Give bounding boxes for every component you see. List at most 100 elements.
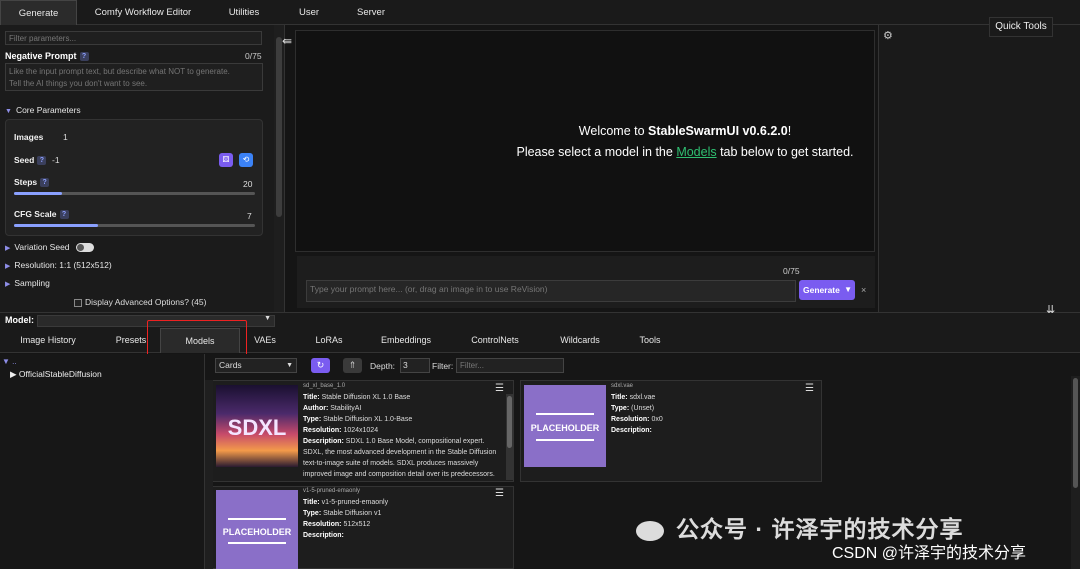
tree-root[interactable]: ▼ ..	[2, 357, 17, 366]
chevron-down-icon: ▼	[2, 357, 10, 366]
placeholder-stripe	[536, 439, 594, 441]
tab-server[interactable]: Server	[350, 0, 392, 25]
model-filename: sd_xl_base_1.0	[303, 383, 346, 389]
core-parameters-group: Images 1 Seed? -1 ⚄ ⟲ Steps? 20 CFG Scal…	[5, 119, 263, 236]
model-info: Title: v1-5-pruned-emaonly Type: Stable …	[303, 499, 389, 539]
steps-slider-fill	[14, 192, 63, 195]
generate-button[interactable]: Generate ▼	[799, 280, 855, 300]
images-value[interactable]: 1	[63, 132, 68, 142]
model-list-scrollbar[interactable]	[1071, 376, 1080, 569]
tab-comfy-workflow-editor[interactable]: Comfy Workflow Editor	[82, 0, 204, 25]
steps-label: Steps?	[14, 177, 50, 188]
parameter-filter-input[interactable]	[5, 31, 262, 45]
seed-value[interactable]: -1	[52, 155, 60, 165]
wechat-icon	[636, 520, 664, 541]
help-icon[interactable]: ?	[79, 52, 89, 62]
advanced-options-toggle[interactable]: Display Advanced Options? (45)	[74, 297, 206, 307]
depth-input[interactable]: 3	[400, 358, 430, 373]
tab-embeddings[interactable]: Embeddings	[378, 328, 434, 353]
reuse-seed-icon[interactable]: ⟲	[239, 153, 253, 167]
models-link[interactable]: Models	[676, 145, 716, 159]
model-info: Title: Stable Diffusion XL 1.0 Base Auth…	[303, 394, 497, 478]
model-info: Title: sdxl.vae Type: (Unset) Resolution…	[611, 394, 663, 434]
random-seed-dice-icon[interactable]: ⚄	[219, 153, 233, 167]
close-icon[interactable]: ×	[861, 285, 866, 295]
advanced-options-checkbox[interactable]	[74, 298, 82, 307]
image-preview-area	[295, 30, 875, 252]
variation-seed-header[interactable]: ▶ Variation Seed	[5, 242, 94, 253]
tab-presets[interactable]: Presets	[108, 328, 154, 353]
model-filename: v1-5-pruned-emaonly	[303, 488, 361, 494]
chevron-down-icon: ▼	[264, 315, 271, 322]
negative-prompt-input[interactable]	[5, 63, 263, 91]
parameters-scrollbar-thumb[interactable]	[276, 37, 282, 217]
model-bar: Model: ▼	[0, 312, 1080, 328]
images-label: Images	[14, 132, 44, 142]
tab-tools[interactable]: Tools	[636, 328, 664, 353]
help-icon[interactable]: ?	[59, 210, 69, 220]
thumbnail-text: SDXL	[227, 415, 287, 440]
card-scrollbar[interactable]	[506, 394, 513, 480]
tab-loras[interactable]: LoRAs	[310, 328, 348, 353]
top-tab-bar: Generate Comfy Workflow Editor Utilities…	[0, 0, 1080, 25]
tab-wildcards[interactable]: Wildcards	[555, 328, 605, 353]
chevron-down-icon: ▼	[286, 362, 293, 369]
resolution-header[interactable]: ▶ Resolution: 1:1 (512x512)	[5, 260, 112, 270]
placeholder-thumbnail[interactable]: PLACEHOLDER	[216, 490, 298, 569]
core-parameters-header[interactable]: ▼ Core Parameters	[5, 105, 81, 115]
view-mode-select[interactable]: Cards ▼	[215, 358, 297, 373]
chevron-right-icon: ▶	[10, 369, 17, 379]
sampling-header[interactable]: ▶ Sampling	[5, 278, 50, 288]
prompt-count: 0/75	[783, 266, 800, 276]
panel-drag-handle-icon[interactable]: ⇊	[1046, 303, 1055, 316]
up-folder-icon[interactable]: ⇑	[343, 358, 362, 373]
model-folder-tree	[0, 354, 205, 569]
placeholder-text: PLACEHOLDER	[222, 527, 292, 537]
tab-vaes[interactable]: VAEs	[250, 328, 280, 353]
placeholder-text: PLACEHOLDER	[530, 423, 600, 433]
help-icon[interactable]: ?	[40, 178, 50, 188]
steps-value[interactable]: 20	[243, 179, 252, 189]
variation-seed-toggle[interactable]	[75, 243, 94, 253]
chevron-down-icon[interactable]: ▼	[844, 280, 852, 300]
tab-utilities[interactable]: Utilities	[220, 0, 268, 25]
model-filter-input[interactable]: Filter...	[456, 358, 564, 373]
cfg-scale-value[interactable]: 7	[247, 211, 252, 221]
help-icon[interactable]: ?	[37, 156, 47, 166]
cfg-scale-slider[interactable]	[14, 224, 255, 227]
model-label: Model:	[5, 315, 34, 325]
quick-tools-button[interactable]: Quick Tools	[989, 17, 1053, 37]
tab-generate[interactable]: Generate	[0, 0, 77, 25]
tree-item-officialstablediffusion[interactable]: ▶ OfficialStableDiffusion	[10, 369, 102, 380]
csdn-watermark: CSDN @许泽宇的技术分享	[832, 545, 1027, 562]
chevron-right-icon: ▶	[5, 263, 11, 270]
panel-resize-icon[interactable]: ⇚	[282, 34, 292, 48]
negative-prompt-label: Negative Prompt?	[5, 51, 89, 62]
seed-label: Seed?	[14, 155, 47, 166]
parameters-panel: Negative Prompt? 0/75 ▼Core Parameters I…	[0, 25, 285, 312]
image-metadata-panel	[878, 25, 1080, 312]
tree-scrollbar[interactable]	[205, 380, 213, 569]
bottom-tab-bar: Image History Presets Models VAEs LoRAs …	[0, 328, 1080, 353]
model-thumbnail[interactable]: SDXL	[216, 385, 298, 467]
placeholder-thumbnail[interactable]: PLACEHOLDER	[524, 385, 606, 467]
placeholder-stripe	[536, 413, 594, 415]
negative-prompt-count: 0/75	[245, 51, 262, 61]
gear-icon[interactable]: ⚙	[883, 29, 893, 42]
placeholder-stripe	[228, 518, 286, 520]
model-select[interactable]: ▼	[37, 315, 275, 327]
chevron-right-icon: ▶	[5, 245, 11, 252]
chevron-down-icon: ▼	[5, 108, 12, 115]
tab-models[interactable]: Models	[160, 328, 240, 353]
model-filename: sdxl.vae	[611, 383, 634, 389]
cfg-slider-fill	[14, 224, 99, 227]
steps-slider[interactable]	[14, 192, 255, 195]
refresh-icon[interactable]: ↻	[311, 358, 330, 373]
tab-user[interactable]: User	[290, 0, 328, 25]
placeholder-stripe	[228, 542, 286, 544]
chevron-right-icon: ▶	[5, 281, 11, 288]
scrollbar-thumb[interactable]	[1073, 378, 1078, 488]
tab-controlnets[interactable]: ControlNets	[467, 328, 523, 353]
tab-image-history[interactable]: Image History	[12, 328, 84, 353]
prompt-input[interactable]	[306, 280, 796, 302]
